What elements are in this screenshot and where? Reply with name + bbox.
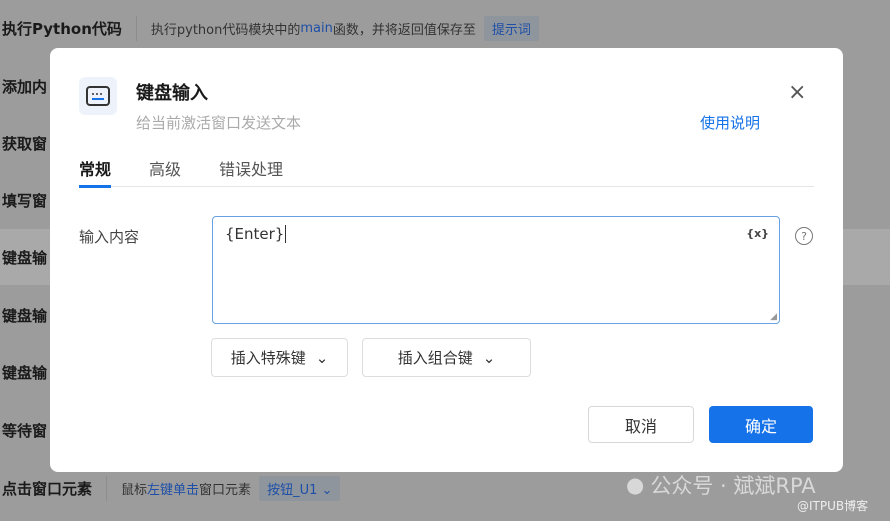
desc-text: 窗口元素 <box>199 482 252 498</box>
row-title: 执行Python代码 <box>2 19 122 38</box>
tab-bar: 常规 高级 错误处理 <box>79 156 814 188</box>
close-icon[interactable]: × <box>788 82 806 104</box>
input-value: {Enter} <box>225 225 285 243</box>
row-title: 填写窗 <box>2 191 48 210</box>
tab-general[interactable]: 常规 <box>79 156 112 188</box>
desc-text: 函数，并将返回值保存至 <box>332 22 476 38</box>
row-title: 键盘输 <box>2 248 48 267</box>
keyboard-icon <box>79 77 117 115</box>
help-icon[interactable]: ? <box>795 227 813 245</box>
input-content-label: 输入内容 <box>79 228 140 246</box>
insert-special-key-dropdown[interactable]: 插入特殊键 ⌄ <box>211 338 348 377</box>
desc-highlight: 左键单击 <box>147 482 200 498</box>
desc-highlight: main <box>300 20 333 36</box>
watermark: ● 公众号 · 斌斌RPA <box>626 470 816 500</box>
dropdown-label: 插入组合键 <box>397 349 473 367</box>
desc-text: 执行python代码模块中的 <box>150 22 301 38</box>
input-content-textarea[interactable]: {Enter} {x} ◢ <box>212 216 780 324</box>
row-title: 键盘输 <box>2 306 48 325</box>
row-title: 等待窗 <box>2 421 48 440</box>
confirm-button[interactable]: 确定 <box>709 406 813 443</box>
tag-text: 按钮_U1 <box>267 482 318 498</box>
insert-combo-key-dropdown[interactable]: 插入组合键 ⌄ <box>362 338 531 377</box>
chevron-down-icon: ⌄ <box>482 348 496 367</box>
cancel-button[interactable]: 取消 <box>588 406 694 443</box>
watermark-text: 公众号 · 斌斌RPA <box>650 474 816 498</box>
tab-advanced[interactable]: 高级 <box>149 156 181 187</box>
keyboard-input-dialog: 键盘输入 给当前激活窗口发送文本 使用说明 × 常规 高级 错误处理 输入内容 … <box>50 48 843 472</box>
row-title: 添加内 <box>2 77 48 96</box>
watermark-sub: @ITPUB博客 <box>797 499 869 513</box>
dropdown-label: 插入特殊键 <box>230 349 306 367</box>
row-tag: 提示词 <box>483 15 539 41</box>
resize-handle-icon[interactable]: ◢ <box>770 312 777 322</box>
dialog-subtitle: 给当前激活窗口发送文本 <box>136 114 302 132</box>
row-desc: 鼠标 左键单击 窗口元素 按钮_U1 ⌄ <box>106 475 341 501</box>
row-title: 获取窗 <box>2 134 48 153</box>
row-desc: 执行python代码模块中的 main 函数，并将返回值保存至 提示词 <box>135 15 539 41</box>
dialog-title: 键盘输入 <box>136 83 208 104</box>
row-tag: 按钮_U1 ⌄ <box>259 475 341 501</box>
tab-error-handling[interactable]: 错误处理 <box>219 156 283 187</box>
desc-text: 鼠标 <box>121 482 148 498</box>
row-title: 点击窗口元素 <box>2 479 93 498</box>
row-title: 键盘输 <box>2 363 48 382</box>
chevron-down-icon: ⌄ <box>315 348 329 367</box>
variable-icon[interactable]: {x} <box>746 227 769 240</box>
usage-help-link[interactable]: 使用说明 <box>700 112 760 133</box>
wechat-icon: ● <box>626 473 645 497</box>
